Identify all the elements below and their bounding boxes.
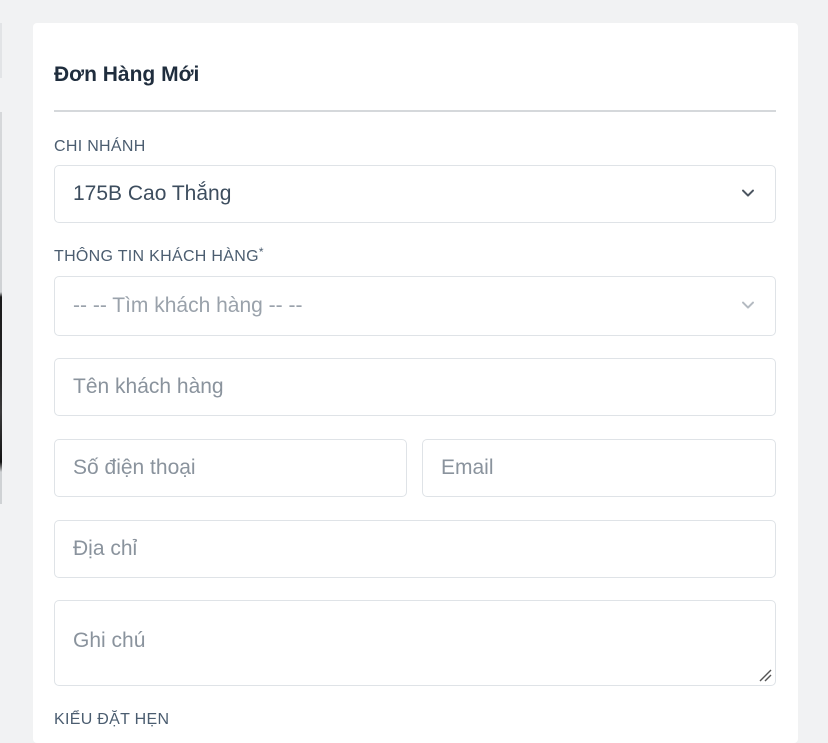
branch-select-value: 175B Cao Thắng <box>73 182 232 205</box>
card-title: Đơn Hàng Mới <box>54 63 200 86</box>
new-order-card: Đơn Hàng Mới CHI NHÁNH 175B Cao Thắng TH… <box>33 23 798 743</box>
title-divider <box>54 110 776 112</box>
phone-placeholder: Số điện thoại <box>73 456 196 479</box>
address-input[interactable]: Địa chỉ <box>54 520 776 578</box>
resize-handle-icon[interactable] <box>758 668 772 682</box>
branch-select[interactable]: 175B Cao Thắng <box>54 165 776 223</box>
customer-info-label-text: THÔNG TIN KHÁCH HÀNG <box>54 248 259 265</box>
background-image-edge <box>0 112 2 504</box>
address-placeholder: Địa chỉ <box>73 537 138 560</box>
customer-search-placeholder: -- -- Tìm khách hàng -- -- <box>73 294 303 317</box>
appointment-type-label: KIỂU ĐẶT HẸN <box>54 711 170 728</box>
customer-name-placeholder: Tên khách hàng <box>73 375 224 398</box>
customer-info-label: THÔNG TIN KHÁCH HÀNG* <box>54 245 264 266</box>
customer-name-input[interactable]: Tên khách hàng <box>54 358 776 416</box>
note-textarea[interactable]: Ghi chú <box>54 600 776 686</box>
background-panel-edge <box>0 23 2 78</box>
customer-search-select[interactable]: -- -- Tìm khách hàng -- -- <box>54 276 776 336</box>
branch-label: CHI NHÁNH <box>54 138 146 155</box>
email-input[interactable]: Email <box>422 439 776 497</box>
required-mark: * <box>258 245 264 259</box>
email-placeholder: Email <box>441 456 494 479</box>
chevron-down-icon <box>742 189 754 197</box>
note-placeholder: Ghi chú <box>73 629 146 652</box>
phone-input[interactable]: Số điện thoại <box>54 439 407 497</box>
chevron-down-icon <box>742 301 754 309</box>
